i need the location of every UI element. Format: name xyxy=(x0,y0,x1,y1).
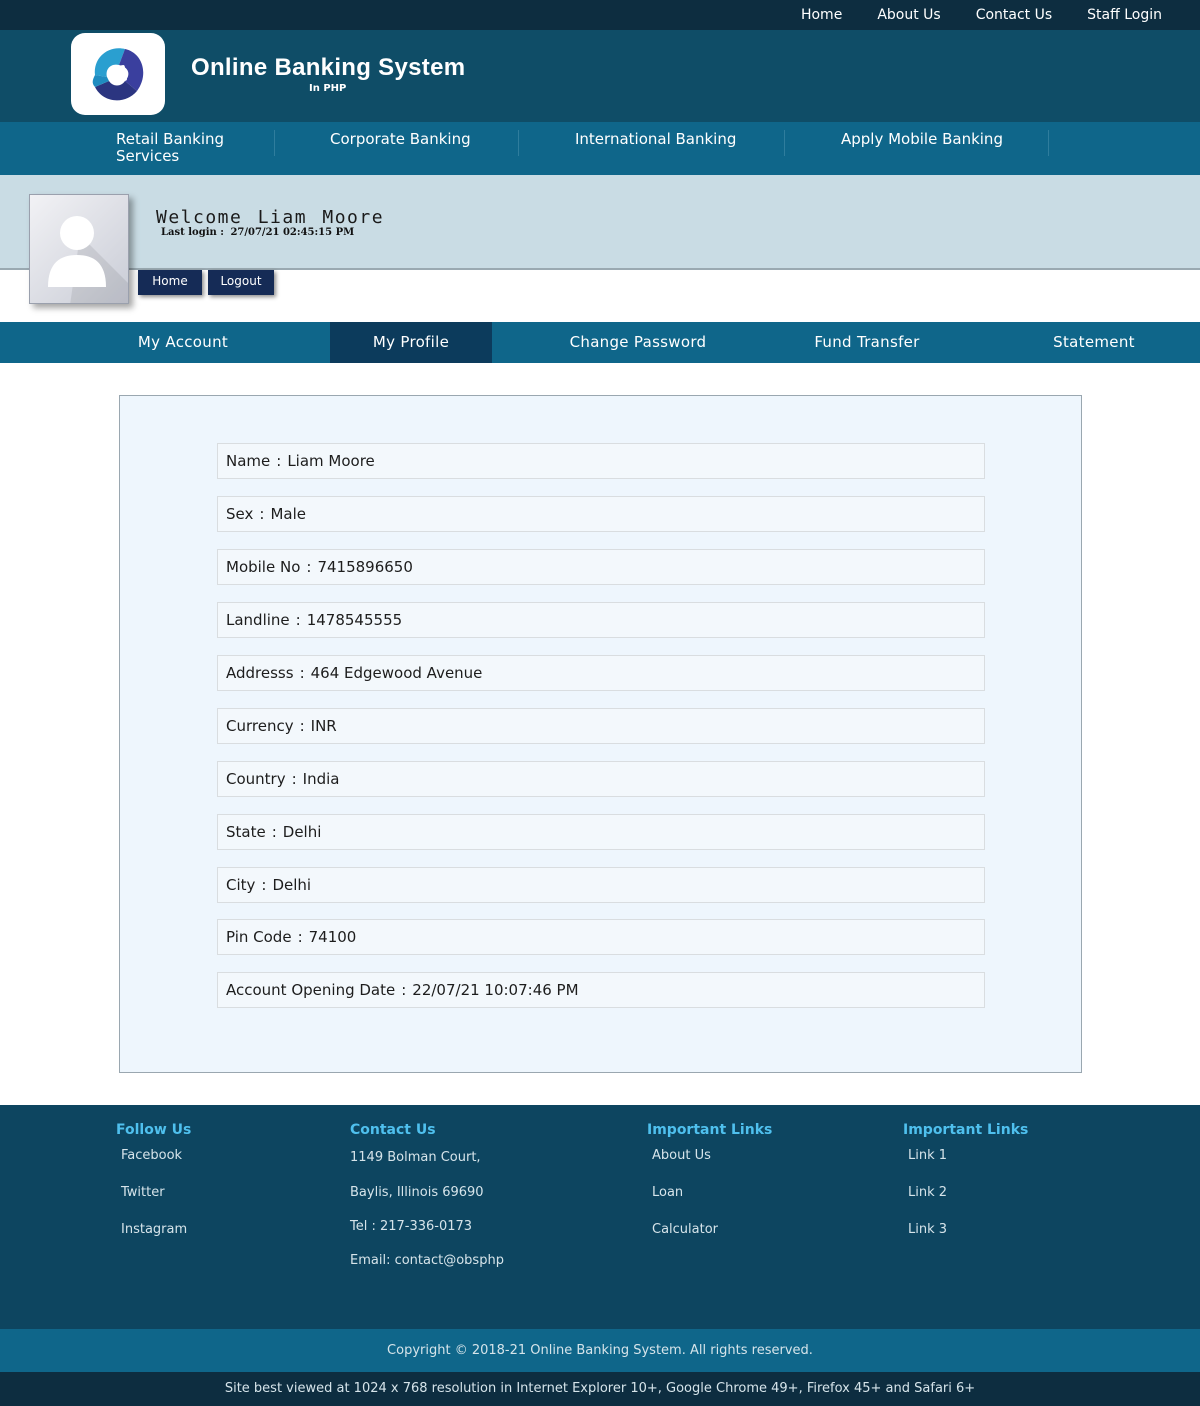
tab-fund-transfer[interactable]: Fund Transfer xyxy=(770,322,964,363)
footer-heading: Contact Us xyxy=(350,1122,436,1138)
profile-row-opening-date: Account Opening Date:22/07/21 10:07:46 P… xyxy=(217,972,985,1008)
footer-email: Email: contact@obsphp xyxy=(350,1253,504,1268)
welcome-greeting: Welcome Liam Moore xyxy=(156,207,385,228)
brand-title: Online Banking System xyxy=(191,54,466,81)
service-nav-corporate[interactable]: Corporate Banking xyxy=(330,131,471,148)
field-label: State xyxy=(226,823,266,841)
account-nav: My Account My Profile Change Password Fu… xyxy=(0,322,1200,363)
service-nav-mobile[interactable]: Apply Mobile Banking xyxy=(841,131,1003,148)
field-value: 74100 xyxy=(308,928,357,946)
service-nav-international[interactable]: International Banking xyxy=(575,131,736,148)
top-nav-staff-login[interactable]: Staff Login xyxy=(1087,7,1162,23)
nav-divider xyxy=(274,130,275,156)
logo-icon xyxy=(92,48,144,101)
profile-row-country: Country: India xyxy=(217,761,985,797)
field-value: India xyxy=(302,770,340,788)
profile-row-currency: Currency: INR xyxy=(217,708,985,744)
field-value: INR xyxy=(310,717,337,735)
profile-row-state: State: Delhi xyxy=(217,814,985,850)
top-bar: Home About Us Contact Us Staff Login xyxy=(0,0,1200,30)
footer-link-instagram[interactable]: Instagram xyxy=(121,1222,187,1237)
nav-divider xyxy=(518,130,519,156)
profile-panel: Name: Liam Moore Sex: Male Mobile No:74158… xyxy=(119,395,1082,1073)
footer-contact-heading: Contact Us xyxy=(350,1122,436,1138)
footer-link-facebook[interactable]: Facebook xyxy=(121,1148,182,1163)
footer-heading: Important Links xyxy=(903,1122,1029,1138)
nav-divider xyxy=(1048,130,1049,156)
bank-logo[interactable] xyxy=(71,33,165,115)
profile-row-pin-code: Pin Code:74100 xyxy=(217,919,985,955)
field-value: Male xyxy=(270,505,306,523)
field-label: Landline xyxy=(226,611,290,629)
footer-phone: Tel : 217-336-0173 xyxy=(350,1219,473,1234)
footer-link-about[interactable]: About Us xyxy=(652,1148,711,1163)
footer-follow-heading: Follow Us xyxy=(116,1122,191,1138)
field-value: 22/07/21 10:07:46 PM xyxy=(412,981,579,999)
footer-important-heading-1: Important Links xyxy=(647,1122,772,1138)
field-value: 464 Edgewood Avenue xyxy=(310,664,483,682)
footer-link-2[interactable]: Link 2 xyxy=(908,1185,947,1200)
top-nav-contact[interactable]: Contact Us xyxy=(976,7,1052,23)
profile-row-address: Addresss:464 Edgewood Avenue xyxy=(217,655,985,691)
footer-link-calculator[interactable]: Calculator xyxy=(652,1222,718,1237)
field-value: Delhi xyxy=(272,876,312,894)
tab-my-profile[interactable]: My Profile xyxy=(330,322,492,363)
last-login-label: Last login : xyxy=(161,227,224,238)
profile-row-city: City: Delhi xyxy=(217,867,985,903)
avatar xyxy=(29,194,129,304)
service-nav-retail[interactable]: Retail Banking Services xyxy=(116,131,256,165)
nav-divider xyxy=(784,130,785,156)
best-view-notice: Site best viewed at 1024 x 768 resolutio… xyxy=(0,1372,1200,1406)
top-nav-about[interactable]: About Us xyxy=(877,7,940,23)
field-label: Mobile No xyxy=(226,558,301,576)
tab-change-password[interactable]: Change Password xyxy=(520,322,756,363)
profile-row-landline: Landline:1478545555 xyxy=(217,602,985,638)
field-value: Delhi xyxy=(282,823,322,841)
footer-link-loan[interactable]: Loan xyxy=(652,1185,683,1200)
footer-link-twitter[interactable]: Twitter xyxy=(121,1185,165,1200)
field-label: City xyxy=(226,876,256,894)
home-button[interactable]: Home xyxy=(138,270,202,295)
field-label: Currency xyxy=(226,717,294,735)
profile-row-sex: Sex: Male xyxy=(217,496,985,532)
top-nav: Home About Us Contact Us Staff Login xyxy=(801,0,1162,30)
brand-subtitle: In PHP xyxy=(309,83,347,94)
field-label: Name xyxy=(226,452,271,470)
site-footer: Follow Us Facebook Twitter Instagram Con… xyxy=(0,1105,1200,1329)
field-label: Country xyxy=(226,770,286,788)
field-label: Addresss xyxy=(226,664,294,682)
footer-heading: Important Links xyxy=(647,1122,773,1138)
field-label: Sex xyxy=(226,505,254,523)
footer-link-1[interactable]: Link 1 xyxy=(908,1148,947,1163)
footer-important-heading-2: Important Links xyxy=(903,1122,1028,1138)
user-icon xyxy=(48,216,128,303)
footer-heading: Follow Us xyxy=(116,1122,192,1138)
last-login-value: 27/07/21 02:45:15 PM xyxy=(230,227,355,238)
tab-statement[interactable]: Statement xyxy=(1000,322,1188,363)
top-nav-home[interactable]: Home xyxy=(801,7,842,23)
profile-row-name: Name: Liam Moore xyxy=(217,443,985,479)
field-value: Liam Moore xyxy=(287,452,375,470)
footer-address-line1: 1149 Bolman Court, xyxy=(350,1150,481,1165)
last-login: Last login : 27/07/21 02:45:15 PM xyxy=(161,227,354,238)
copyright-bar: Copyright © 2018-21 Online Banking Syste… xyxy=(0,1329,1200,1372)
profile-row-mobile: Mobile No:7415896650 xyxy=(217,549,985,585)
service-nav: Retail Banking Services Corporate Bankin… xyxy=(0,122,1200,175)
tab-my-account[interactable]: My Account xyxy=(40,322,326,363)
logout-button[interactable]: Logout xyxy=(208,270,274,295)
field-value: 1478545555 xyxy=(306,611,403,629)
footer-link-3[interactable]: Link 3 xyxy=(908,1222,947,1237)
field-value: 7415896650 xyxy=(317,558,413,576)
field-label: Pin Code xyxy=(226,928,292,946)
footer-address-line2: Baylis, Illinois 69690 xyxy=(350,1185,484,1200)
site-header: Online Banking System In PHP xyxy=(0,30,1200,122)
field-label: Account Opening Date xyxy=(226,981,396,999)
